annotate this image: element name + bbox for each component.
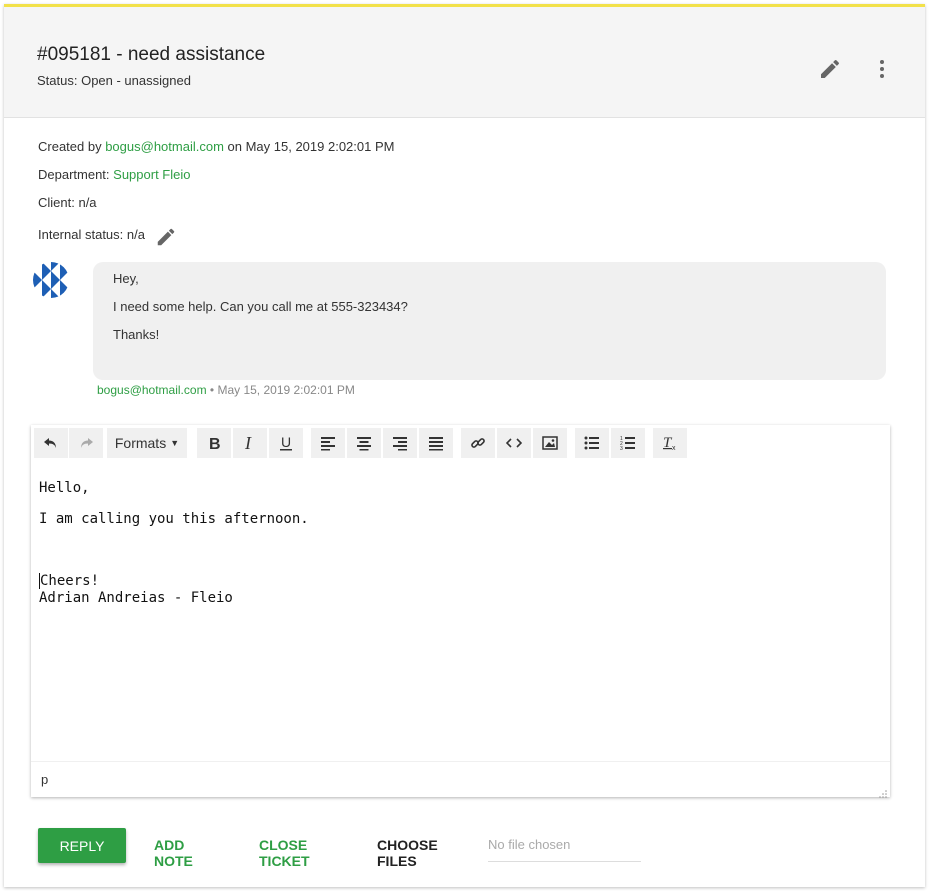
choose-files-button[interactable]: CHOOSE FILES <box>377 837 438 869</box>
message-line: Thanks! <box>113 327 160 342</box>
align-center-icon[interactable] <box>347 428 381 458</box>
align-justify-icon[interactable] <box>419 428 453 458</box>
align-left-icon[interactable] <box>311 428 345 458</box>
department-link[interactable]: Support Fleio <box>113 167 190 182</box>
image-icon[interactable] <box>533 428 567 458</box>
created-prefix: Created by <box>38 139 106 154</box>
align-right-icon[interactable] <box>383 428 417 458</box>
undo-icon[interactable] <box>34 428 68 458</box>
redo-icon[interactable] <box>69 428 103 458</box>
editor-toolbar: Formats ▼ B I U 1 2 3 T x <box>31 425 890 461</box>
created-by-line: Created by bogus@hotmail.com on May 15, … <box>38 139 394 154</box>
formats-label: Formats <box>114 435 167 451</box>
message-author-link[interactable]: bogus@hotmail.com <box>97 383 207 397</box>
editor-paragraph[interactable]: I am calling you this afternoon. <box>39 511 309 527</box>
ticket-header: #095181 - need assistance Status: Open -… <box>4 7 925 118</box>
bold-icon[interactable]: B <box>197 428 231 458</box>
svg-text:I: I <box>244 435 252 451</box>
internal-status-text: Internal status: n/a <box>38 227 145 242</box>
message-bubble: Hey, I need some help. Can you call me a… <box>93 262 886 380</box>
resize-handle-icon[interactable] <box>878 786 888 798</box>
reply-button[interactable]: REPLY <box>38 828 126 863</box>
editor-paragraph[interactable]: Cheers! <box>39 573 99 589</box>
message-footer: bogus@hotmail.com • May 15, 2019 2:02:01… <box>97 383 355 397</box>
department-label: Department: <box>38 167 114 182</box>
file-name-field[interactable]: No file chosen <box>488 829 641 862</box>
department-line: Department: Support Fleio <box>38 167 190 182</box>
element-path[interactable]: p <box>41 772 48 787</box>
svg-text:B: B <box>209 436 221 451</box>
numbered-list-icon[interactable]: 123 <box>611 428 645 458</box>
ticket-status: Status: Open - unassigned <box>37 73 191 88</box>
edit-icon[interactable] <box>818 57 842 81</box>
svg-text:x: x <box>672 445 676 451</box>
bullet-list-icon[interactable] <box>575 428 609 458</box>
formats-dropdown[interactable]: Formats ▼ <box>107 428 187 458</box>
ticket-card: #095181 - need assistance Status: Open -… <box>4 4 925 887</box>
code-icon[interactable] <box>497 428 531 458</box>
edit-internal-status-icon[interactable] <box>155 226 177 248</box>
created-date: on May 15, 2019 2:02:01 PM <box>223 139 395 154</box>
close-ticket-button[interactable]: CLOSE TICKET <box>259 837 310 869</box>
svg-text:3: 3 <box>620 446 623 451</box>
editor-statusbar: p <box>31 761 890 798</box>
avatar <box>33 262 69 298</box>
clear-format-icon[interactable]: Tx <box>653 428 687 458</box>
message-line: Hey, <box>113 271 139 286</box>
italic-icon[interactable]: I <box>233 428 267 458</box>
add-note-button[interactable]: ADD NOTE <box>154 837 193 869</box>
svg-text:U: U <box>281 435 291 450</box>
underline-icon[interactable]: U <box>269 428 303 458</box>
reply-editor: Formats ▼ B I U 1 2 3 T x Hello, I am ca… <box>31 425 890 798</box>
chevron-down-icon: ▼ <box>170 438 180 448</box>
editor-paragraph[interactable]: Hello, <box>39 480 90 496</box>
more-vert-icon[interactable] <box>870 57 894 81</box>
message-line: I need some help. Can you call me at 555… <box>113 299 408 314</box>
created-email-link[interactable]: bogus@hotmail.com <box>105 139 224 154</box>
editor-paragraph[interactable]: Adrian Andreias - Fleio <box>39 590 233 606</box>
message-timestamp: • May 15, 2019 2:02:01 PM <box>206 383 355 397</box>
ticket-title: #095181 - need assistance <box>37 44 266 65</box>
link-icon[interactable] <box>461 428 495 458</box>
internal-status-line: Internal status: n/a <box>38 227 145 242</box>
client-line: Client: n/a <box>38 195 97 210</box>
